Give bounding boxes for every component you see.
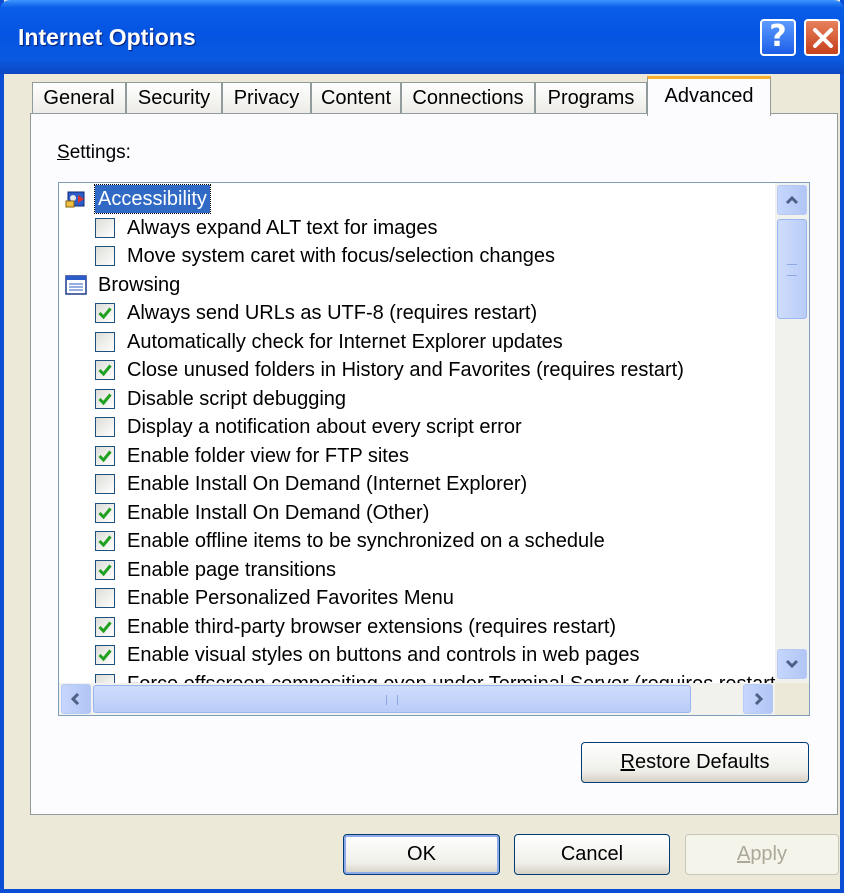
accessibility-icon (65, 189, 87, 209)
tab-security[interactable]: Security (126, 82, 222, 114)
tab-advanced[interactable]: Advanced (647, 76, 771, 116)
vertical-scroll-thumb[interactable] (777, 219, 807, 319)
grip-icon (386, 695, 398, 705)
setting-label: Display a notification about every scrip… (127, 416, 522, 438)
checkbox[interactable] (95, 474, 115, 494)
checkmark-icon (98, 535, 112, 548)
category-label: Browsing (98, 273, 181, 296)
scroll-left-button[interactable] (61, 684, 91, 714)
horizontal-scroll-thumb[interactable] (93, 685, 691, 713)
checkmark-icon (98, 307, 112, 320)
browsing-icon (65, 274, 87, 295)
setting-label: Always expand ALT text for images (127, 216, 438, 239)
checkmark-icon (98, 507, 112, 519)
category-label: Accessibility (94, 184, 211, 214)
chevron-up-icon (785, 195, 799, 205)
checkbox[interactable] (95, 588, 115, 608)
scroll-right-button[interactable] (743, 684, 773, 714)
checkbox-checked[interactable] (95, 303, 115, 323)
chevron-right-icon (754, 693, 764, 705)
settings-tree[interactable]: Accessibility Always expand ALT text for … (58, 182, 810, 716)
setting-label: Move system caret with focus/selection c… (127, 245, 555, 267)
checkbox-checked[interactable] (95, 445, 115, 466)
setting-label: Enable visual styles on buttons and cont… (127, 644, 640, 666)
settings-label: Settings: (57, 142, 131, 163)
checkmark-icon (98, 450, 112, 462)
setting-label: Always send URLs as UTF-8 (requires rest… (127, 302, 538, 324)
scrollbar-corner (775, 683, 809, 715)
checkbox-checked[interactable] (95, 388, 115, 409)
setting-label: Disable script debugging (127, 387, 347, 410)
settings-rows: Accessibility Always expand ALT text for … (59, 183, 775, 683)
advanced-tab-panel: Settings: Accessibility Always expand ALT… (30, 113, 838, 815)
setting-label: Enable page transitions (127, 558, 337, 581)
chevron-left-icon (70, 693, 80, 705)
tab-privacy[interactable]: Privacy (222, 82, 311, 114)
checkmark-icon (98, 364, 112, 377)
help-icon: ? (769, 19, 787, 54)
setting-label: Enable folder view for FTP sites (127, 444, 409, 467)
help-button[interactable]: ? (760, 19, 796, 56)
setting-label: Enable third-party browser extensions (r… (127, 615, 617, 638)
ok-button[interactable]: OK (343, 834, 500, 875)
setting-label: Close unused folders in History and Favo… (127, 359, 684, 381)
setting-label: Enable Personalized Favorites Menu (127, 587, 454, 609)
window-title: Internet Options (18, 24, 196, 50)
setting-label: Enable Install On Demand (Internet Explo… (127, 473, 528, 495)
checkbox[interactable] (95, 217, 115, 238)
close-icon (813, 28, 833, 48)
chevron-down-icon (785, 659, 799, 669)
checkmark-icon (98, 393, 112, 405)
checkbox-checked[interactable] (95, 616, 115, 637)
checkbox-checked[interactable] (95, 502, 115, 523)
restore-defaults-button[interactable]: Restore Defaults (581, 742, 809, 783)
scroll-down-button[interactable] (777, 649, 807, 679)
checkbox[interactable] (95, 246, 115, 266)
checkbox-checked[interactable] (95, 645, 115, 665)
setting-label: Enable offline items to be synchronized … (127, 530, 605, 552)
checkbox-checked[interactable] (95, 360, 115, 380)
checkmark-icon (98, 649, 112, 662)
vertical-scrollbar[interactable] (775, 183, 809, 683)
checkbox-checked[interactable] (95, 531, 115, 551)
checkbox-checked[interactable] (95, 559, 115, 580)
title-bar[interactable]: Internet Options ? (0, 0, 844, 74)
checkmark-icon (98, 564, 112, 576)
close-button[interactable] (804, 19, 840, 56)
checkbox[interactable] (95, 673, 115, 683)
tab-programs[interactable]: Programs (535, 82, 647, 114)
setting-label: Force offscreen compositing even under T… (127, 670, 775, 684)
checkbox[interactable] (95, 417, 115, 437)
apply-button[interactable]: Apply (685, 834, 839, 875)
cancel-button[interactable]: Cancel (514, 834, 670, 875)
tab-connections[interactable]: Connections (401, 82, 535, 114)
horizontal-scrollbar[interactable] (59, 683, 775, 715)
setting-label: Automatically check for Internet Explore… (127, 330, 563, 353)
tab-general[interactable]: General (32, 82, 126, 114)
checkbox[interactable] (95, 331, 115, 352)
grip-icon (787, 264, 797, 276)
tab-content[interactable]: Content (311, 82, 401, 114)
setting-label: Enable Install On Demand (Other) (127, 501, 430, 524)
internet-options-dialog: Internet Options ? General Security Priv… (0, 0, 844, 893)
checkmark-icon (98, 621, 112, 633)
scroll-up-button[interactable] (777, 185, 807, 215)
